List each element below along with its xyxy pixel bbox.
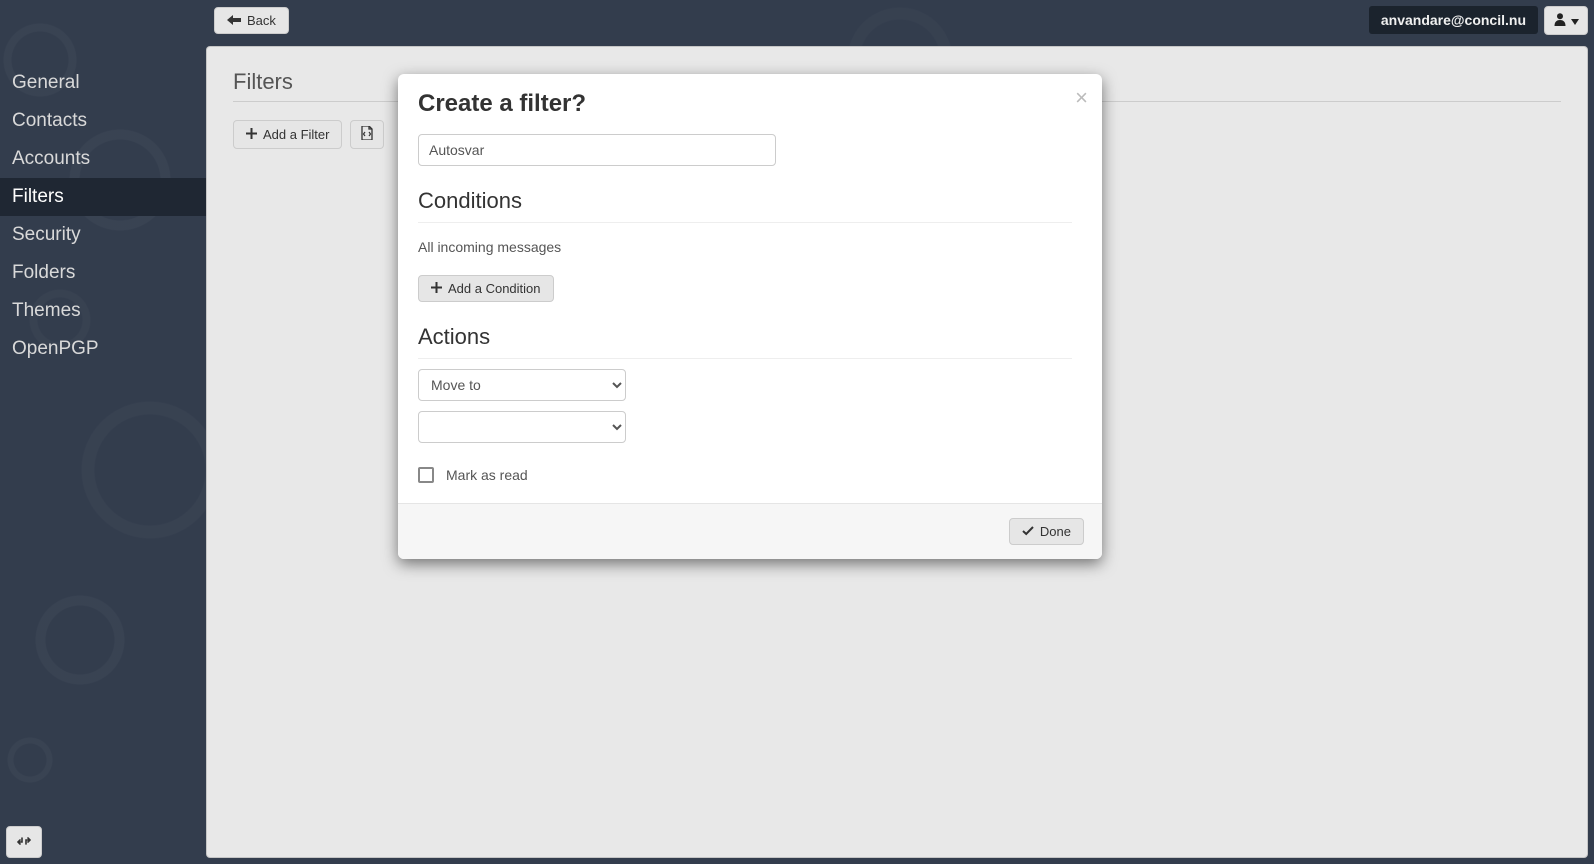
add-condition-button[interactable]: Add a Condition <box>418 275 554 302</box>
top-bar: Back anvandare@concil.nu <box>0 0 1594 40</box>
open-raw-script-button[interactable] <box>350 120 384 149</box>
sidebar-item-label: Accounts <box>12 148 90 169</box>
user-icon <box>1553 12 1567 29</box>
sidebar-item-label: OpenPGP <box>12 338 99 359</box>
modal-header: Create a filter? × <box>398 74 1102 128</box>
add-filter-label: Add a Filter <box>263 127 329 142</box>
close-icon: × <box>1075 87 1088 109</box>
conditions-summary: All incoming messages <box>418 239 1072 255</box>
action-type-select[interactable]: Move to <box>418 369 626 401</box>
back-label: Back <box>247 13 276 28</box>
sidebar-item-openpgp[interactable]: OpenPGP <box>0 330 206 368</box>
sidebar-item-themes[interactable]: Themes <box>0 292 206 330</box>
sidebar-item-general[interactable]: General <box>0 64 206 102</box>
sidebar-item-contacts[interactable]: Contacts <box>0 102 206 140</box>
sidebar-item-label: Folders <box>12 262 75 283</box>
sidebar-item-label: Contacts <box>12 110 87 131</box>
plus-icon <box>246 127 257 142</box>
sidebar-item-filters[interactable]: Filters <box>0 178 206 216</box>
back-button[interactable]: Back <box>214 7 289 34</box>
done-button[interactable]: Done <box>1009 518 1084 545</box>
done-label: Done <box>1040 524 1071 539</box>
filter-name-input[interactable] <box>418 134 776 166</box>
mark-as-read-checkbox[interactable] <box>418 467 434 483</box>
caret-down-icon <box>1571 12 1579 28</box>
account-email-badge[interactable]: anvandare@concil.nu <box>1369 6 1538 34</box>
actions-heading: Actions <box>418 324 1072 359</box>
arrow-left-icon <box>227 13 241 28</box>
modal-title: Create a filter? <box>418 90 1082 118</box>
modal-footer: Done <box>398 503 1102 559</box>
file-code-icon <box>360 126 374 143</box>
modal-body: Conditions All incoming messages Add a C… <box>398 128 1102 503</box>
mark-as-read-label: Mark as read <box>446 467 528 483</box>
collapse-icon <box>17 834 31 851</box>
modal-close-button[interactable]: × <box>1075 86 1088 109</box>
add-condition-label: Add a Condition <box>448 281 541 296</box>
sidebar-item-accounts[interactable]: Accounts <box>0 140 206 178</box>
sidebar: General Contacts Accounts Filters Securi… <box>0 40 206 864</box>
add-filter-button[interactable]: Add a Filter <box>233 120 342 149</box>
sidebar-item-label: General <box>12 72 80 93</box>
sidebar-item-label: Security <box>12 224 81 245</box>
user-menu-button[interactable] <box>1544 6 1588 35</box>
sidebar-item-label: Themes <box>12 300 81 321</box>
check-icon <box>1022 524 1034 539</box>
create-filter-modal: Create a filter? × Conditions All incomi… <box>398 74 1102 559</box>
sidebar-item-label: Filters <box>12 186 64 207</box>
mark-as-read-row: Mark as read <box>418 467 1072 483</box>
plus-icon <box>431 281 442 296</box>
collapse-sidebar-button[interactable] <box>6 826 42 858</box>
sidebar-item-security[interactable]: Security <box>0 216 206 254</box>
action-target-select[interactable] <box>418 411 626 443</box>
conditions-heading: Conditions <box>418 188 1072 223</box>
sidebar-item-folders[interactable]: Folders <box>0 254 206 292</box>
